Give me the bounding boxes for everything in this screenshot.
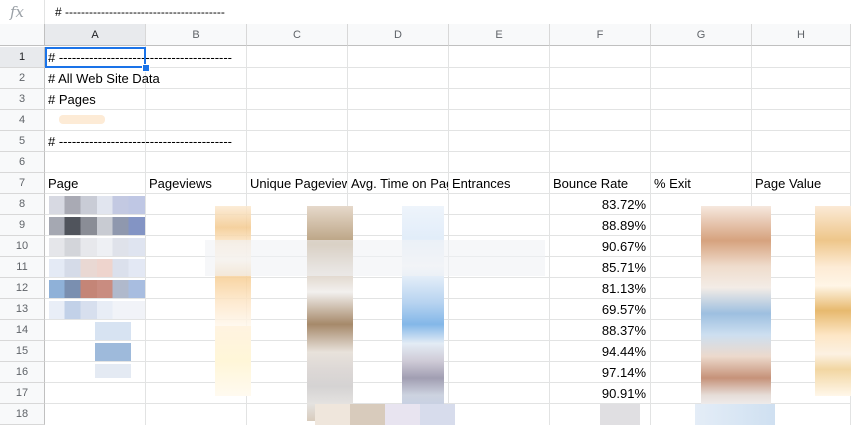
redacted-cell xyxy=(307,206,353,421)
formula-input[interactable]: # --------------------------------------… xyxy=(55,0,225,24)
formula-bar-divider xyxy=(44,0,45,24)
row-header-15[interactable]: 15 xyxy=(0,341,45,362)
bounce-rate-cell[interactable]: 85.71% xyxy=(550,258,650,277)
fill-handle[interactable] xyxy=(142,64,150,72)
redacted-cell xyxy=(315,404,455,425)
redacted-cell xyxy=(49,196,145,214)
header-page-value[interactable]: Page Value xyxy=(752,174,851,193)
header-unique-pageviews[interactable]: Unique Pageviews xyxy=(247,174,347,193)
redacted-cell xyxy=(95,343,131,361)
bounce-rate-cell[interactable]: 88.37% xyxy=(550,321,650,340)
bounce-rate-cell[interactable]: 69.57% xyxy=(550,300,650,319)
column-header-e[interactable]: E xyxy=(449,24,550,46)
redacted-cell xyxy=(49,259,145,277)
row-header-7[interactable]: 7 xyxy=(0,173,45,194)
column-header-a[interactable]: A xyxy=(45,24,146,46)
row-header-8[interactable]: 8 xyxy=(0,194,45,215)
header-entrances[interactable]: Entrances xyxy=(449,174,549,193)
redacted-cell xyxy=(600,404,640,425)
row-header-17[interactable]: 17 xyxy=(0,383,45,404)
select-all-corner[interactable] xyxy=(0,24,45,46)
header-page[interactable]: Page xyxy=(45,174,145,193)
row-header-2[interactable]: 2 xyxy=(0,68,45,89)
row-header-6[interactable]: 6 xyxy=(0,152,45,173)
bounce-rate-cell[interactable]: 94.44% xyxy=(550,342,650,361)
bounce-rate-cell[interactable]: 81.13% xyxy=(550,279,650,298)
cell-a3[interactable]: # Pages xyxy=(45,90,96,109)
column-header-c[interactable]: C xyxy=(247,24,348,46)
cell-a5[interactable]: # --------------------------------------… xyxy=(45,132,232,151)
active-cell-selection[interactable] xyxy=(45,47,146,68)
row-header-18[interactable]: 18 xyxy=(0,404,45,425)
redacted-cell xyxy=(49,280,145,298)
header-bounce-rate[interactable]: Bounce Rate xyxy=(550,174,650,193)
redacted-cell xyxy=(402,206,444,421)
redacted-cell xyxy=(95,364,131,378)
gridline xyxy=(45,172,851,173)
gridline xyxy=(45,151,851,152)
gridline xyxy=(45,109,851,110)
bounce-rate-cell[interactable]: 97.14% xyxy=(550,363,650,382)
redacted-cell xyxy=(815,206,851,396)
bounce-rate-cell[interactable]: 90.91% xyxy=(550,384,650,403)
row-header-14[interactable]: 14 xyxy=(0,320,45,341)
header-avg-time-on-page[interactable]: Avg. Time on Page xyxy=(348,174,448,193)
column-header-h[interactable]: H xyxy=(752,24,851,46)
bounce-rate-cell[interactable]: 88.89% xyxy=(550,216,650,235)
redacted-cell xyxy=(49,217,145,235)
redacted-cell xyxy=(701,206,771,421)
gridline xyxy=(45,130,851,131)
row-header-11[interactable]: 11 xyxy=(0,257,45,278)
bounce-rate-cell[interactable]: 83.72% xyxy=(550,195,650,214)
row-header-16[interactable]: 16 xyxy=(0,362,45,383)
bounce-rate-cell[interactable]: 90.67% xyxy=(550,237,650,256)
column-header-g[interactable]: G xyxy=(651,24,752,46)
row-header-13[interactable]: 13 xyxy=(0,299,45,320)
redacted-cell xyxy=(59,115,105,124)
cell-grid[interactable]: # --------------------------------------… xyxy=(45,46,851,425)
row-header-12[interactable]: 12 xyxy=(0,278,45,299)
column-header-f[interactable]: F xyxy=(550,24,651,46)
redacted-cell xyxy=(695,404,775,425)
formula-bar[interactable]: fx # -----------------------------------… xyxy=(0,0,851,25)
column-header-d[interactable]: D xyxy=(348,24,449,46)
row-header-1[interactable]: 1 xyxy=(0,47,45,68)
row-header-5[interactable]: 5 xyxy=(0,131,45,152)
redacted-cell xyxy=(49,238,145,256)
gridline xyxy=(45,193,851,194)
row-header-4[interactable]: 4 xyxy=(0,110,45,131)
column-header-b[interactable]: B xyxy=(146,24,247,46)
row-header-9[interactable]: 9 xyxy=(0,215,45,236)
header-exit[interactable]: % Exit xyxy=(651,174,751,193)
redacted-cell xyxy=(95,322,131,340)
row-header-10[interactable]: 10 xyxy=(0,236,45,257)
redacted-cell xyxy=(215,326,251,396)
function-icon: fx xyxy=(10,3,25,21)
row-header-3[interactable]: 3 xyxy=(0,89,45,110)
gridline xyxy=(45,67,851,68)
redacted-cell xyxy=(49,301,145,319)
header-pageviews[interactable]: Pageviews xyxy=(146,174,246,193)
redacted-cell xyxy=(205,240,545,276)
gridline xyxy=(45,88,851,89)
